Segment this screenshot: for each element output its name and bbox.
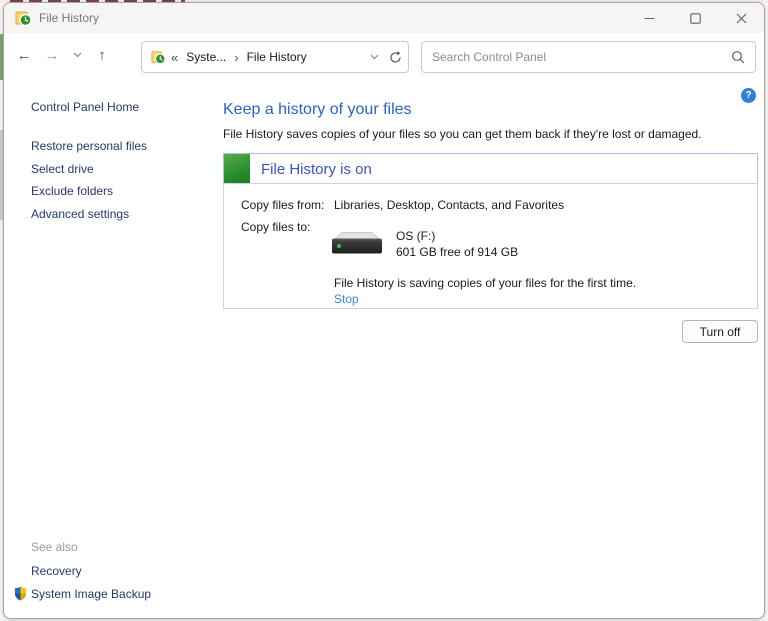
breadcrumb-separator-icon: › bbox=[228, 50, 244, 65]
turn-off-button[interactable]: Turn off bbox=[682, 320, 758, 343]
status-panel-body: Copy files from: Libraries, Desktop, Con… bbox=[223, 183, 758, 309]
stop-link[interactable]: Stop bbox=[334, 292, 359, 306]
help-button[interactable]: ? bbox=[741, 88, 756, 103]
copy-from-value: Libraries, Desktop, Contacts, and Favori… bbox=[334, 198, 564, 212]
up-button[interactable]: ↑ bbox=[88, 40, 116, 70]
page-body: ? Control Panel Home Restore personal fi… bbox=[4, 77, 764, 618]
breadcrumb-item-file-history[interactable]: File History bbox=[245, 50, 309, 64]
refresh-icon[interactable] bbox=[389, 51, 402, 64]
hard-drive-icon bbox=[329, 230, 385, 256]
file-history-app-icon bbox=[15, 10, 32, 27]
window-title: File History bbox=[39, 11, 99, 25]
search-input[interactable] bbox=[432, 50, 731, 64]
titlebar: File History bbox=[4, 3, 764, 33]
forward-button[interactable]: → bbox=[38, 40, 66, 70]
sidebar-item-system-image-backup[interactable]: System Image Backup bbox=[4, 586, 214, 601]
breadcrumb-overflow-chevron[interactable]: « bbox=[171, 50, 178, 65]
sidebar-item-restore-personal-files[interactable]: Restore personal files bbox=[31, 135, 147, 158]
drive-space: 601 GB free of 914 GB bbox=[396, 245, 518, 259]
file-history-location-icon bbox=[151, 50, 166, 65]
see-also-heading: See also bbox=[31, 540, 214, 554]
breadcrumb-item-system[interactable]: Syste... bbox=[184, 50, 228, 64]
status-on-indicator bbox=[224, 154, 250, 183]
sidebar-item-exclude-folders[interactable]: Exclude folders bbox=[31, 180, 147, 203]
back-button[interactable]: ← bbox=[10, 40, 38, 70]
status-panel-header: File History is on bbox=[223, 153, 758, 184]
system-image-backup-label: System Image Backup bbox=[31, 587, 151, 601]
status-message: File History is saving copies of your fi… bbox=[334, 276, 636, 290]
sidebar-item-advanced-settings[interactable]: Advanced settings bbox=[31, 203, 147, 226]
uac-shield-icon bbox=[13, 586, 28, 601]
search-icon[interactable] bbox=[731, 50, 745, 64]
maximize-button[interactable] bbox=[672, 3, 718, 33]
copy-to-label: Copy files to: bbox=[241, 220, 310, 234]
minimize-button[interactable] bbox=[626, 3, 672, 33]
sidebar-task-list: Restore personal files Select drive Excl… bbox=[31, 135, 147, 225]
search-box bbox=[421, 41, 756, 73]
see-also-section: See also Recovery System Image Backup bbox=[4, 540, 214, 601]
sidebar-item-control-panel-home[interactable]: Control Panel Home bbox=[31, 100, 139, 114]
drive-name: OS (F:) bbox=[396, 229, 435, 243]
recent-pages-chevron-icon[interactable] bbox=[66, 40, 88, 70]
window-controls bbox=[626, 3, 764, 33]
page-title: Keep a history of your files bbox=[223, 101, 412, 119]
page-description: File History saves copies of your files … bbox=[223, 127, 702, 141]
status-title: File History is on bbox=[261, 161, 372, 178]
address-bar[interactable]: « Syste... › File History bbox=[141, 41, 409, 73]
sidebar-item-select-drive[interactable]: Select drive bbox=[31, 158, 147, 181]
sidebar-item-recovery[interactable]: Recovery bbox=[31, 564, 214, 578]
copy-from-label: Copy files from: bbox=[241, 198, 324, 212]
file-history-window: File History ← → ↑ bbox=[3, 2, 765, 619]
address-dropdown-chevron-icon[interactable] bbox=[370, 54, 379, 60]
close-button[interactable] bbox=[718, 3, 764, 33]
navigation-toolbar: ← → ↑ « Syste... › File History bbox=[4, 33, 764, 77]
